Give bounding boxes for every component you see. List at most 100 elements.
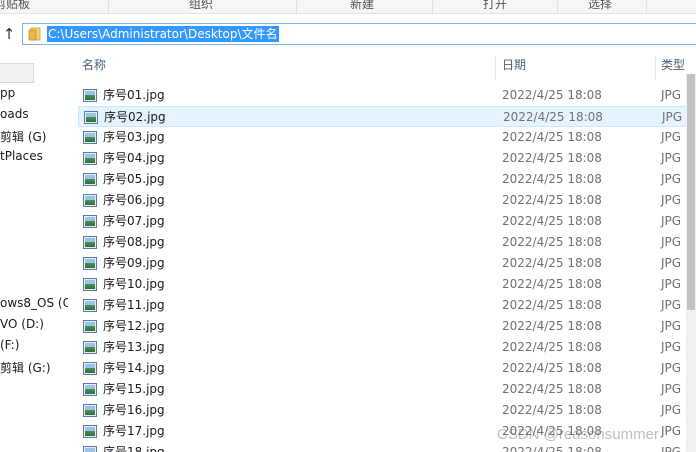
file-type: JPG: [661, 319, 682, 333]
file-name: 序号12.jpg: [103, 319, 165, 333]
image-file-icon: [83, 236, 97, 249]
nav-item-drive-g2[interactable]: 剪辑 (G:): [0, 359, 51, 376]
image-file-icon: [83, 383, 97, 396]
file-date: 2022/4/25 18:08: [502, 361, 602, 375]
ribbon-group-open: 打开: [483, 0, 508, 11]
file-type: JPG: [661, 403, 682, 417]
file-row[interactable]: 序号13.jpg 2022/4/25 18:08 JPG: [78, 337, 688, 358]
ribbon-divider: [296, 0, 297, 13]
file-type: JPG: [661, 277, 682, 291]
file-type: JPG: [661, 298, 682, 312]
file-row[interactable]: 序号01.jpg 2022/4/25 18:08 JPG: [78, 85, 688, 106]
file-type: JPG: [661, 193, 682, 207]
nav-item-downloads[interactable]: oads: [0, 107, 29, 121]
address-row: ↑ C:\Users\Administrator\Desktop\文件名: [0, 14, 696, 54]
file-row[interactable]: 序号08.jpg 2022/4/25 18:08 JPG: [78, 232, 688, 253]
file-row[interactable]: 序号02.jpg 2022/4/25 18:08 JPG: [78, 106, 688, 127]
file-name: 序号14.jpg: [103, 361, 165, 375]
file-date: 2022/4/25 18:08: [502, 445, 602, 452]
file-name: 序号04.jpg: [103, 151, 165, 165]
file-type: JPG: [661, 424, 682, 438]
file-name: 序号16.jpg: [103, 403, 165, 417]
file-name: 序号07.jpg: [103, 214, 165, 228]
file-row[interactable]: 序号16.jpg 2022/4/25 18:08 JPG: [78, 400, 688, 421]
column-divider[interactable]: [495, 56, 496, 80]
address-bar[interactable]: C:\Users\Administrator\Desktop\文件名: [22, 23, 696, 45]
image-file-icon: [83, 194, 97, 207]
image-file-icon: [83, 425, 97, 438]
up-arrow-icon[interactable]: ↑: [2, 24, 16, 44]
file-row[interactable]: 序号10.jpg 2022/4/25 18:08 JPG: [78, 274, 688, 295]
image-file-icon: [83, 341, 97, 354]
file-type: JPG: [661, 235, 682, 249]
image-file-icon: [83, 215, 97, 228]
column-header-date[interactable]: 日期: [502, 56, 526, 74]
file-date: 2022/4/25 18:08: [502, 151, 602, 165]
ribbon-divider: [108, 0, 109, 13]
file-row[interactable]: 序号11.jpg 2022/4/25 18:08 JPG: [78, 295, 688, 316]
column-header-type[interactable]: 类型: [661, 56, 685, 74]
file-name: 序号11.jpg: [103, 298, 165, 312]
ribbon-group-clipboard: 剪贴板: [0, 0, 31, 11]
file-date: 2022/4/25 18:08: [503, 110, 603, 124]
image-file-icon: [83, 152, 97, 165]
file-row[interactable]: 序号03.jpg 2022/4/25 18:08 JPG: [78, 127, 688, 148]
file-row[interactable]: 序号05.jpg 2022/4/25 18:08 JPG: [78, 169, 688, 190]
nav-item-drive-f[interactable]: (F:): [0, 338, 19, 352]
file-row[interactable]: 序号06.jpg 2022/4/25 18:08 JPG: [78, 190, 688, 211]
file-row[interactable]: 序号07.jpg 2022/4/25 18:08 JPG: [78, 211, 688, 232]
ribbon-group-new: 新建: [350, 0, 375, 11]
vertical-scrollbar[interactable]: [686, 74, 696, 452]
file-date: 2022/4/25 18:08: [502, 319, 602, 333]
nav-item-drive-c[interactable]: ows8_OS (C: [0, 296, 68, 310]
file-date: 2022/4/25 18:08: [502, 403, 602, 417]
nav-item-recent-places[interactable]: tPlaces: [0, 149, 43, 163]
file-row[interactable]: 序号09.jpg 2022/4/25 18:08 JPG: [78, 253, 688, 274]
file-row[interactable]: 序号04.jpg 2022/4/25 18:08 JPG: [78, 148, 688, 169]
nav-selected-highlight: [0, 63, 34, 83]
file-type: JPG: [661, 445, 682, 452]
file-name: 序号10.jpg: [103, 277, 165, 291]
file-type: JPG: [661, 151, 682, 165]
file-row[interactable]: 序号18.jpg 2022/4/25 18:08 JPG: [78, 442, 688, 452]
file-name: 序号15.jpg: [103, 382, 165, 396]
scrollbar-thumb[interactable]: [687, 74, 695, 310]
column-divider[interactable]: [655, 56, 656, 80]
ribbon-divider: [557, 0, 558, 13]
file-type: JPG: [662, 110, 683, 124]
file-date: 2022/4/25 18:08: [502, 340, 602, 354]
image-file-icon: [83, 278, 97, 291]
image-file-icon: [83, 89, 97, 102]
image-file-icon: [84, 111, 98, 124]
image-file-icon: [83, 131, 97, 144]
file-date: 2022/4/25 18:08: [502, 256, 602, 270]
nav-item-drive-d[interactable]: VO (D:): [0, 317, 44, 331]
file-date: 2022/4/25 18:08: [502, 298, 602, 312]
file-type: JPG: [661, 214, 682, 228]
file-name: 序号06.jpg: [103, 193, 165, 207]
file-date: 2022/4/25 18:08: [502, 235, 602, 249]
file-date: 2022/4/25 18:08: [502, 382, 602, 396]
watermark: CSDN @reasonsummer: [497, 426, 659, 443]
nav-item-desktop[interactable]: pp: [0, 86, 15, 100]
file-type: JPG: [661, 361, 682, 375]
image-file-icon: [83, 362, 97, 375]
navigation-pane: pp oads 剪辑 (G) tPlaces ows8_OS (C VO (D:…: [0, 56, 68, 452]
file-row[interactable]: 序号15.jpg 2022/4/25 18:08 JPG: [78, 379, 688, 400]
file-name: 序号01.jpg: [103, 88, 165, 102]
nav-item-drive-g[interactable]: 剪辑 (G): [0, 128, 46, 145]
image-file-icon: [83, 299, 97, 312]
file-date: 2022/4/25 18:08: [502, 214, 602, 228]
file-name: 序号02.jpg: [104, 110, 166, 124]
file-row[interactable]: 序号14.jpg 2022/4/25 18:08 JPG: [78, 358, 688, 379]
file-name: 序号17.jpg: [103, 424, 165, 438]
address-path-text[interactable]: C:\Users\Administrator\Desktop\文件名: [47, 26, 279, 42]
file-name: 序号03.jpg: [103, 130, 165, 144]
file-name: 序号08.jpg: [103, 235, 165, 249]
image-file-icon: [83, 257, 97, 270]
column-header-name[interactable]: 名称: [82, 56, 106, 74]
file-type: JPG: [661, 130, 682, 144]
image-file-icon: [83, 404, 97, 417]
file-row[interactable]: 序号12.jpg 2022/4/25 18:08 JPG: [78, 316, 688, 337]
file-type: JPG: [661, 88, 682, 102]
